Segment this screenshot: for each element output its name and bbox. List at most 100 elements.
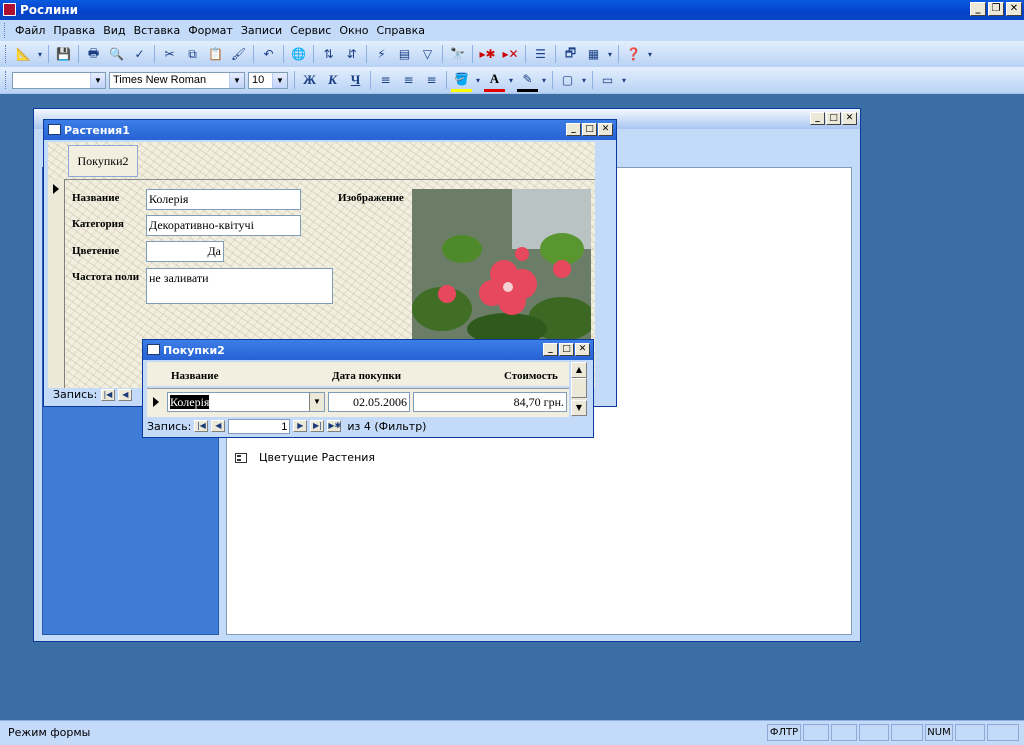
properties-icon[interactable]: ☰ — [530, 44, 551, 64]
sort-descending-icon[interactable]: ⇵ — [341, 44, 362, 64]
scroll-thumb[interactable] — [571, 378, 587, 398]
fill-color-icon[interactable]: 🪣 — [451, 69, 472, 92]
underline-button[interactable]: Ч — [345, 70, 366, 90]
form-close-button[interactable]: ✕ — [598, 123, 613, 136]
view-dropdown-icon[interactable]: ▾ — [36, 44, 44, 64]
fill-color-dropdown-icon[interactable]: ▾ — [474, 70, 482, 90]
bold-button[interactable]: Ж — [299, 70, 320, 90]
align-left-icon[interactable]: ≡ — [375, 70, 396, 90]
menu-help[interactable]: Справка — [373, 24, 429, 37]
next-record-button[interactable]: ▶ — [293, 420, 308, 432]
previous-record-button[interactable]: ◀ — [118, 389, 133, 401]
paste-icon[interactable]: 📋 — [205, 44, 226, 64]
app-title-bar[interactable]: Рослини _ ❐ ✕ — [0, 0, 1024, 20]
hyperlink-icon[interactable]: 🌐 — [288, 44, 309, 64]
plant-name-combo[interactable]: Колерія ▼ — [167, 392, 325, 412]
first-record-button[interactable]: |◀ — [194, 420, 209, 432]
toolbar-grip[interactable] — [5, 45, 9, 63]
chevron-down-icon[interactable]: ▼ — [90, 72, 105, 88]
toolbar-grip[interactable] — [5, 71, 9, 89]
plant-photo[interactable] — [412, 189, 591, 339]
previous-record-button[interactable]: ◀ — [211, 420, 226, 432]
menu-edit[interactable]: Правка — [49, 24, 99, 37]
plants-form-title-bar[interactable]: Растения1 _ □ ✕ — [44, 120, 616, 140]
align-right-icon[interactable]: ≡ — [421, 70, 442, 90]
new-object-dropdown-icon[interactable]: ▾ — [606, 44, 614, 64]
purchases-title-bar[interactable]: Покупки2 _ □ ✕ — [143, 340, 593, 360]
new-record-icon[interactable]: ▸✱ — [477, 44, 498, 64]
menu-view[interactable]: Вид — [99, 24, 129, 37]
category-field[interactable]: Декоративно-квітучі — [146, 215, 301, 236]
app-restore-button[interactable]: ❐ — [988, 2, 1004, 16]
cost-field[interactable]: 84,70 грн. — [413, 392, 567, 412]
filter-by-selection-icon[interactable]: ⚡ — [371, 44, 392, 64]
menu-file[interactable]: Файл — [11, 24, 49, 37]
save-icon[interactable]: 💾 — [53, 44, 74, 64]
line-color-dropdown-icon[interactable]: ▾ — [540, 70, 548, 90]
subform-vertical-scrollbar[interactable]: ▲ ▼ — [571, 362, 587, 416]
border-width-dropdown-icon[interactable]: ▾ — [580, 70, 588, 90]
font-size-select[interactable]: 10 ▼ — [248, 71, 288, 89]
undo-icon[interactable]: ↶ — [258, 44, 279, 64]
form-minimize-button[interactable]: _ — [566, 123, 581, 136]
sort-ascending-icon[interactable]: ⇅ — [318, 44, 339, 64]
chevron-down-icon[interactable]: ▼ — [229, 72, 244, 88]
subform-maximize-button[interactable]: □ — [559, 343, 574, 356]
db-minimize-button[interactable]: _ — [810, 112, 825, 125]
align-center-icon[interactable]: ≡ — [398, 70, 419, 90]
db-close-button[interactable]: ✕ — [842, 112, 857, 125]
scroll-up-arrow-icon[interactable]: ▲ — [571, 362, 587, 378]
purchases-subform-button[interactable]: Покупки2 — [68, 145, 138, 177]
scroll-down-arrow-icon[interactable]: ▼ — [571, 400, 587, 416]
database-window-icon[interactable]: 🗗 — [560, 44, 581, 64]
find-icon[interactable]: 🔭 — [447, 44, 468, 64]
print-icon[interactable]: 🖶 — [83, 44, 104, 64]
help-dropdown-icon[interactable]: ▾ — [646, 44, 654, 64]
list-item[interactable]: Цветущие Растения — [235, 451, 375, 464]
last-record-button[interactable]: ▶| — [310, 420, 325, 432]
subform-close-button[interactable]: ✕ — [575, 343, 590, 356]
special-effect-dropdown-icon[interactable]: ▾ — [620, 70, 628, 90]
db-maximize-button[interactable]: □ — [826, 112, 841, 125]
blooming-field[interactable]: Да — [146, 241, 224, 262]
menu-format[interactable]: Формат — [184, 24, 237, 37]
italic-button[interactable]: К — [322, 70, 343, 90]
line-color-icon[interactable]: ✎ — [517, 69, 538, 92]
font-select[interactable]: Times New Roman ▼ — [109, 71, 245, 89]
menu-window[interactable]: Окно — [335, 24, 372, 37]
new-object-icon[interactable]: ▦ — [583, 44, 604, 64]
cut-icon[interactable]: ✂ — [159, 44, 180, 64]
chevron-down-icon[interactable]: ▼ — [309, 393, 324, 411]
font-color-dropdown-icon[interactable]: ▾ — [507, 70, 515, 90]
record-selector[interactable] — [48, 180, 65, 388]
print-preview-icon[interactable]: 🔍 — [106, 44, 127, 64]
menu-records[interactable]: Записи — [237, 24, 286, 37]
format-painter-icon[interactable]: 🖌 — [228, 44, 249, 64]
menu-tools[interactable]: Сервис — [286, 24, 335, 37]
name-field[interactable]: Колерія — [146, 189, 301, 210]
first-record-button[interactable]: |◀ — [100, 389, 115, 401]
menu-grip[interactable] — [4, 23, 8, 38]
help-icon[interactable]: ❓ — [623, 44, 644, 64]
view-design-icon[interactable]: 📐 — [13, 44, 34, 64]
filter-by-form-icon[interactable]: ▤ — [394, 44, 415, 64]
subform-minimize-button[interactable]: _ — [543, 343, 558, 356]
app-minimize-button[interactable]: _ — [970, 2, 986, 16]
current-record-input[interactable]: 1 — [228, 418, 291, 434]
object-select[interactable]: ▼ — [12, 71, 106, 89]
app-close-button[interactable]: ✕ — [1006, 2, 1022, 16]
special-effect-icon[interactable]: ▭ — [597, 70, 618, 90]
menu-insert[interactable]: Вставка — [130, 24, 185, 37]
chevron-down-icon[interactable]: ▼ — [272, 72, 287, 88]
spelling-icon[interactable]: ✓ — [129, 44, 150, 64]
table-row[interactable]: Колерія ▼ 02.05.2006 84,70 грн. — [147, 388, 569, 417]
watering-frequency-field[interactable]: не заливати — [146, 268, 333, 304]
copy-icon[interactable]: ⧉ — [182, 44, 203, 64]
border-width-icon[interactable]: ▢ — [557, 70, 578, 90]
delete-record-icon[interactable]: ▸✕ — [500, 44, 521, 64]
apply-filter-icon[interactable]: ▽ — [417, 44, 438, 64]
font-color-icon[interactable]: A — [484, 69, 505, 92]
new-record-button[interactable]: ▶✱ — [327, 420, 342, 432]
form-maximize-button[interactable]: □ — [582, 123, 597, 136]
purchase-date-field[interactable]: 02.05.2006 — [328, 392, 410, 412]
